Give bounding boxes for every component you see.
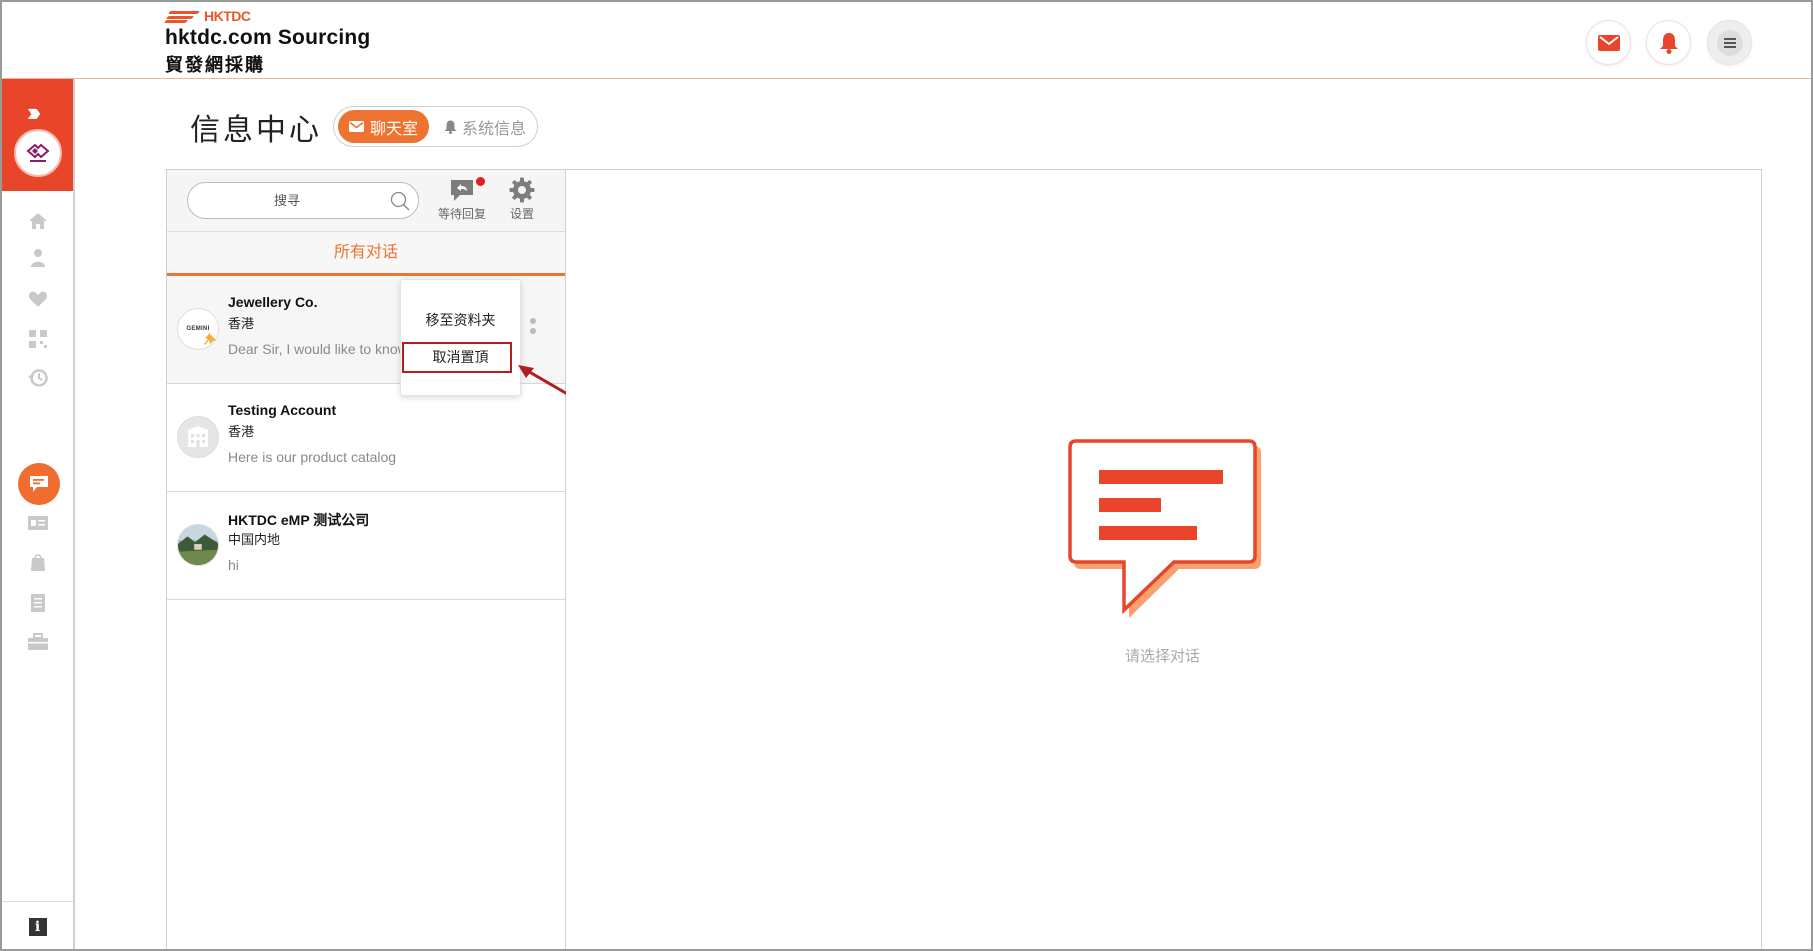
- bell-icon: [1659, 32, 1678, 54]
- info-icon[interactable]: i: [28, 917, 47, 936]
- mail-button[interactable]: [1586, 20, 1631, 65]
- hktdc-logo[interactable]: HKTDC hktdc.com Sourcing 貿發網採購: [163, 8, 371, 77]
- settings-button[interactable]: 设置: [502, 175, 542, 222]
- reply-bubble-icon: [451, 180, 473, 201]
- qr-icon: [29, 330, 47, 348]
- menu-item-move-to-folder[interactable]: 移至资料夹: [401, 310, 520, 330]
- logo-mark: HKTDC: [163, 8, 370, 24]
- tab-system-label: 系统信息: [461, 120, 526, 138]
- conversation-preview: Here is our product catalog: [228, 449, 397, 465]
- tab-chatroom[interactable]: 聊天室: [338, 110, 429, 143]
- settings-label: 设置: [509, 207, 534, 221]
- conversation-context-menu: 移至资料夹 取消置頂: [400, 279, 521, 396]
- conversation-row[interactable]: HKTDC eMP 测试公司 中国内地 hi: [167, 492, 565, 600]
- logo-stripes-icon: [163, 10, 201, 23]
- app-window: HKTDC hktdc.com Sourcing 貿發網採購 ››› i 信息中…: [0, 0, 1813, 951]
- hamburger-menu-icon: [1716, 29, 1743, 56]
- tab-chatroom-label: 聊天室: [369, 120, 418, 138]
- avatar: [177, 524, 219, 566]
- sidebar-item-cards[interactable]: [26, 511, 50, 535]
- awaiting-reply-button[interactable]: 等待回复: [437, 175, 487, 222]
- building-icon: [188, 426, 208, 447]
- highlight-box: [402, 342, 512, 373]
- conversation-preview: Dear Sir, I would like to know: [228, 341, 403, 357]
- company-avatar[interactable]: [14, 129, 62, 177]
- document-icon: [31, 594, 45, 612]
- bell-icon: [444, 120, 457, 134]
- conversation-preview: hi: [228, 557, 239, 573]
- tab-system-messages[interactable]: 系统信息: [437, 110, 533, 143]
- avatar: [177, 416, 219, 458]
- conversation-name: Testing Account: [228, 402, 337, 418]
- sidebar-top: ›››: [2, 79, 73, 191]
- conversation-region: 香港: [228, 316, 255, 331]
- search-input[interactable]: [202, 183, 372, 218]
- empty-chat-illustration-icon: [1068, 439, 1261, 618]
- bag-icon: [31, 554, 45, 571]
- mail-icon: [348, 121, 364, 132]
- search-icon[interactable]: [390, 191, 410, 211]
- empty-state-text: 请选择对话: [1124, 648, 1200, 665]
- sidebar-item-qr[interactable]: [26, 327, 50, 351]
- mail-icon: [1597, 34, 1620, 51]
- conversation-region: 香港: [228, 424, 255, 439]
- more-options-icon[interactable]: [530, 318, 536, 338]
- expand-sidebar-icon[interactable]: ›››: [27, 99, 41, 125]
- sidebar-item-orders[interactable]: [26, 551, 50, 575]
- notifications-button[interactable]: [1646, 20, 1691, 65]
- company-logo-icon: [26, 143, 50, 162]
- sidebar-item-favourites[interactable]: [26, 287, 50, 311]
- awaiting-reply-label: 等待回复: [437, 207, 486, 221]
- sidebar-item-business[interactable]: [26, 630, 50, 654]
- conversation-name: Jewellery Co.: [228, 294, 318, 310]
- home-icon: [29, 213, 47, 229]
- conversation-region: 中国内地: [228, 532, 281, 547]
- briefcase-icon: [28, 633, 48, 650]
- search-box: [187, 182, 419, 219]
- sidebar-item-home[interactable]: [26, 209, 50, 233]
- menu-button[interactable]: [1707, 20, 1752, 65]
- left-sidebar: ››› i: [2, 79, 75, 949]
- user-icon: [31, 249, 45, 267]
- filter-all-conversations[interactable]: 所有对话: [167, 232, 565, 276]
- card-icon: [28, 516, 48, 530]
- logo-brand: HKTDC: [204, 8, 251, 24]
- sidebar-item-documents[interactable]: [26, 591, 50, 615]
- sidebar-footer: i: [2, 901, 73, 949]
- history-icon: [28, 369, 48, 387]
- message-tabs: 聊天室 系统信息: [333, 106, 538, 147]
- sidebar-item-history[interactable]: [26, 366, 50, 390]
- site-title: hktdc.com Sourcing: [165, 26, 371, 49]
- heart-icon: [28, 291, 48, 307]
- landscape-photo-icon: [178, 525, 218, 565]
- conversation-toolbar: 等待回复 设置: [167, 170, 565, 232]
- unread-dot: [476, 177, 485, 186]
- top-header: HKTDC hktdc.com Sourcing 貿發網採購: [2, 2, 1811, 79]
- site-subtitle: 貿發網採購: [165, 55, 265, 75]
- sidebar-item-profile[interactable]: [26, 246, 50, 270]
- sidebar-item-messages[interactable]: [18, 463, 60, 505]
- pin-icon: [204, 333, 216, 345]
- page-title: 信息中心: [190, 114, 322, 147]
- gear-icon: [509, 177, 535, 203]
- chat-icon: [30, 476, 48, 492]
- conversation-name: HKTDC eMP 测试公司: [228, 512, 370, 528]
- conversation-row[interactable]: Testing Account 香港 Here is our product c…: [167, 384, 565, 492]
